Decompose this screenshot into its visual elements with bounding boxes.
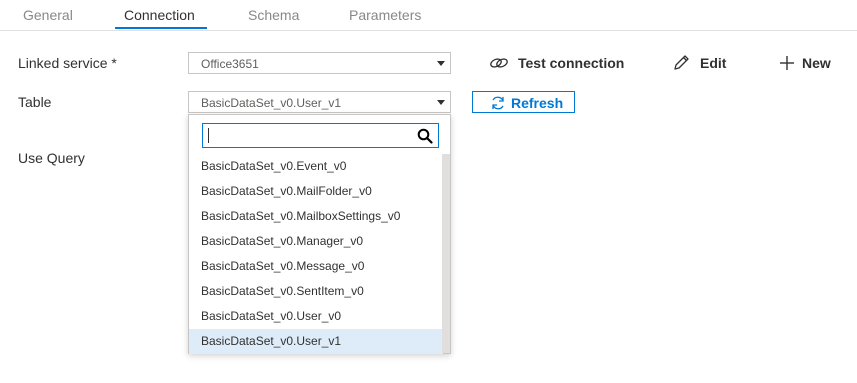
dropdown-option[interactable]: BasicDataSet_v0.Manager_v0 <box>189 229 443 254</box>
dropdown-option[interactable]: BasicDataSet_v0.Message_v0 <box>189 254 443 279</box>
use-query-label: Use Query <box>18 150 85 166</box>
scrollbar-thumb[interactable] <box>442 154 450 353</box>
linked-service-select[interactable]: Office3651 <box>188 52 451 74</box>
test-connection-button[interactable]: Test connection <box>489 53 624 73</box>
dropdown-options-list: BasicDataSet_v0.Event_v0 BasicDataSet_v0… <box>189 154 443 354</box>
table-select[interactable]: BasicDataSet_v0.User_v1 <box>188 91 451 113</box>
tab-schema[interactable]: Schema <box>248 7 299 23</box>
table-label: Table <box>18 94 52 110</box>
tab-connection[interactable]: Connection <box>124 7 195 23</box>
refresh-icon <box>492 96 504 110</box>
dropdown-search-box[interactable] <box>202 123 439 148</box>
linked-service-label: Linked service * <box>18 55 117 71</box>
dropdown-option[interactable]: BasicDataSet_v0.MailFolder_v0 <box>189 179 443 204</box>
dropdown-option[interactable]: BasicDataSet_v0.SentItem_v0 <box>189 279 443 304</box>
text-cursor <box>208 128 209 143</box>
dropdown-scrollbar[interactable] <box>442 154 450 353</box>
dropdown-option[interactable]: BasicDataSet_v0.User_v0 <box>189 304 443 329</box>
active-tab-indicator <box>115 27 207 29</box>
refresh-button[interactable]: Refresh <box>472 91 575 113</box>
test-connection-label: Test connection <box>518 55 625 71</box>
new-label: New <box>802 55 831 71</box>
plus-icon <box>780 56 794 70</box>
pencil-icon <box>674 55 689 70</box>
chevron-down-icon <box>437 100 445 105</box>
chevron-down-icon <box>437 61 445 66</box>
tab-parameters[interactable]: Parameters <box>349 7 421 23</box>
dropdown-option[interactable]: BasicDataSet_v0.Event_v0 <box>189 154 443 179</box>
table-value: BasicDataSet_v0.User_v1 <box>201 96 342 110</box>
dropdown-option[interactable]: BasicDataSet_v0.User_v1 <box>189 329 443 354</box>
dropdown-search-input[interactable] <box>206 126 410 146</box>
edit-label: Edit <box>700 55 727 71</box>
refresh-label: Refresh <box>511 95 564 111</box>
link-icon <box>490 58 508 68</box>
new-button[interactable]: New <box>778 53 833 73</box>
tab-bar: General Connection Schema Parameters <box>0 0 857 31</box>
edit-button[interactable]: Edit <box>672 53 727 73</box>
linked-service-value: Office3651 <box>201 57 259 71</box>
search-icon[interactable] <box>417 128 433 144</box>
table-dropdown-panel: BasicDataSet_v0.Event_v0 BasicDataSet_v0… <box>188 114 451 354</box>
dropdown-option[interactable]: BasicDataSet_v0.MailboxSettings_v0 <box>189 204 443 229</box>
tab-general[interactable]: General <box>23 7 73 23</box>
